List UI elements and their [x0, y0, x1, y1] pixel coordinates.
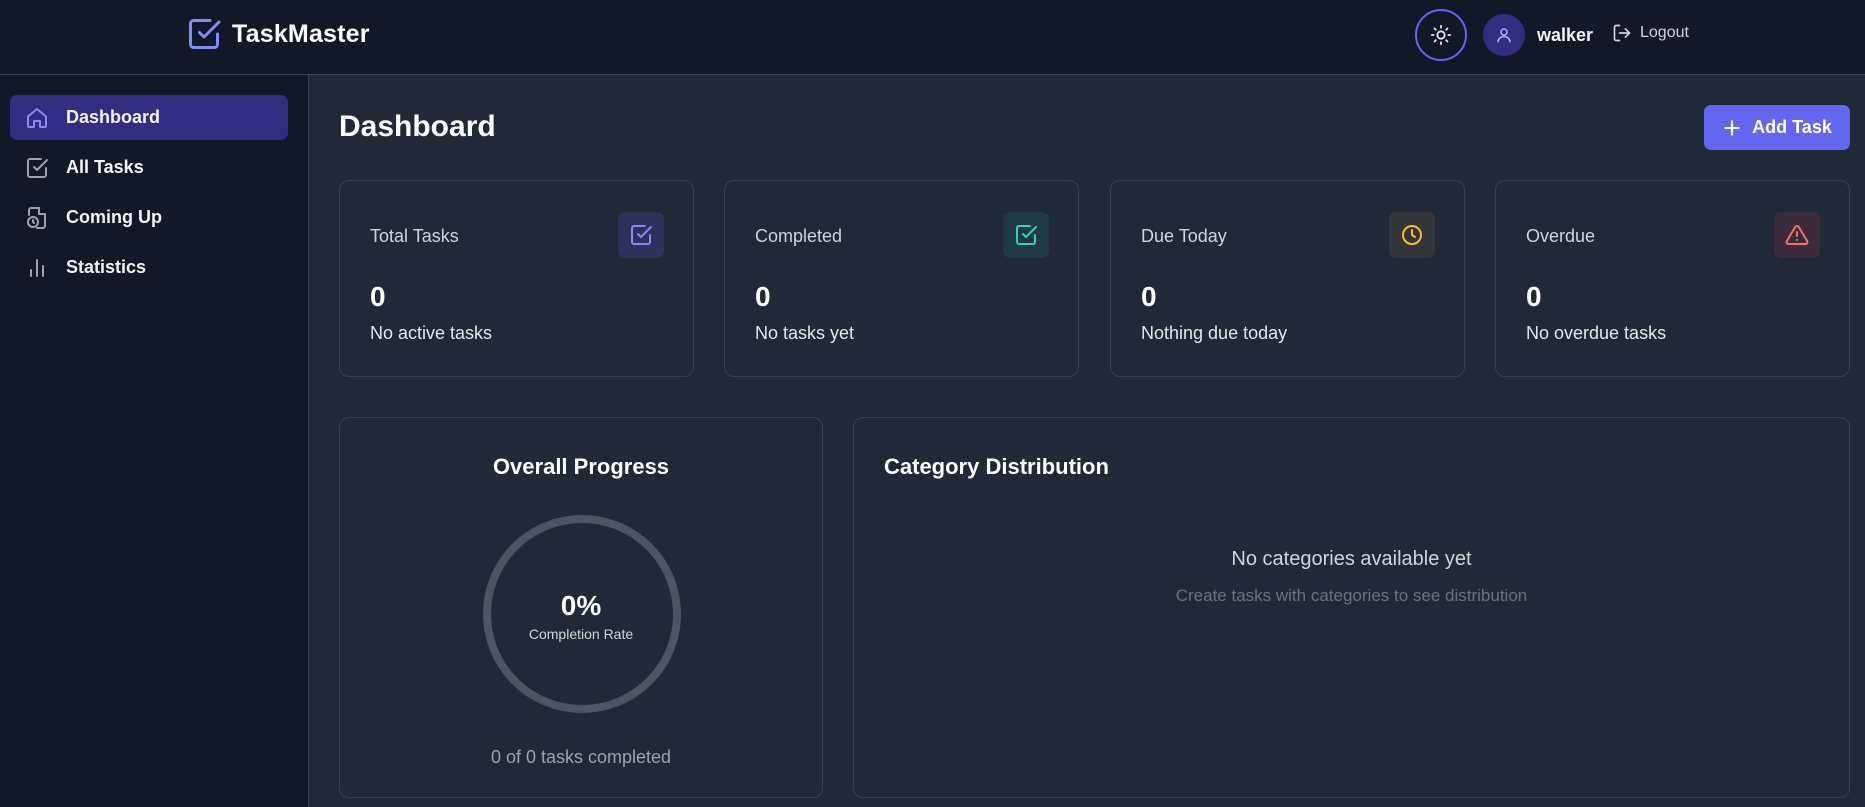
- logout-icon: [1613, 24, 1631, 42]
- stat-card-completed: Completed 0 No tasks yet: [724, 180, 1079, 377]
- clock-icon: [1389, 212, 1435, 258]
- progress-title: Overall Progress: [492, 454, 670, 479]
- stat-value: 0: [755, 281, 771, 312]
- category-title: Category Distribution: [884, 454, 1109, 479]
- check-square-icon: [1003, 212, 1049, 258]
- stat-label: Overdue: [1526, 226, 1596, 246]
- sun-icon: [1430, 24, 1452, 46]
- user-icon: [1497, 28, 1511, 43]
- sidebar-item-label: Coming Up: [66, 207, 162, 227]
- home-icon: [24, 105, 50, 131]
- stat-value: 0: [1141, 281, 1157, 312]
- empty-state-hint: Create tasks with categories to see dist…: [1175, 586, 1528, 605]
- add-task-label: Add Task: [1752, 117, 1832, 137]
- stat-label: Total Tasks: [370, 226, 459, 246]
- stat-subtext: No active tasks: [370, 323, 493, 343]
- sidebar-item-coming-up[interactable]: Coming Up: [10, 195, 288, 240]
- stat-subtext: No overdue tasks: [1526, 323, 1667, 343]
- sidebar: Dashboard All Tasks Coming Up Statistics: [0, 75, 309, 807]
- stat-subtext: Nothing due today: [1141, 323, 1288, 343]
- stat-label: Due Today: [1141, 226, 1227, 246]
- stat-card-total-tasks: Total Tasks 0 No active tasks: [339, 180, 694, 377]
- stat-label: Completed: [755, 226, 843, 246]
- stat-value: 0: [370, 281, 386, 312]
- check-square-icon: [618, 212, 664, 258]
- add-task-button[interactable]: Add Task: [1704, 105, 1850, 150]
- app-title: TaskMaster: [232, 19, 370, 48]
- logout-button[interactable]: Logout: [1612, 23, 1689, 43]
- alert-triangle-icon: [1774, 212, 1820, 258]
- user-menu[interactable]: walker: [1483, 14, 1593, 56]
- brand[interactable]: TaskMaster: [186, 16, 370, 52]
- avatar: [1483, 14, 1525, 56]
- page-title: Dashboard: [339, 110, 496, 143]
- sidebar-item-dashboard[interactable]: Dashboard: [10, 95, 288, 140]
- check-square-icon: [189, 19, 221, 49]
- completion-percent: 0%: [560, 590, 602, 621]
- top-bar: TaskMaster walker Logout: [0, 0, 1865, 75]
- stat-subtext: No tasks yet: [755, 323, 855, 343]
- empty-state-message: No categories available yet: [1231, 548, 1472, 570]
- username: walker: [1537, 24, 1594, 45]
- sidebar-item-label: Dashboard: [66, 107, 161, 127]
- sidebar-item-label: All Tasks: [66, 157, 144, 177]
- sidebar-item-statistics[interactable]: Statistics: [10, 245, 288, 290]
- stat-value: 0: [1526, 281, 1542, 312]
- logout-label: Logout: [1640, 24, 1689, 41]
- stat-card-overdue: Overdue 0 No overdue tasks: [1495, 180, 1850, 377]
- stat-card-due-today: Due Today 0 Nothing due today: [1110, 180, 1465, 377]
- category-distribution-card: Category Distribution No categories avai…: [853, 417, 1850, 798]
- completion-label: Completion Rate: [528, 626, 634, 642]
- overall-progress-card: Overall Progress 0% Completion Rate 0 of…: [339, 417, 823, 798]
- sidebar-item-label: Statistics: [66, 257, 147, 277]
- sidebar-item-all-tasks[interactable]: All Tasks: [10, 145, 288, 190]
- file-clock-icon: [24, 205, 50, 231]
- progress-summary: 0 of 0 tasks completed: [490, 747, 672, 767]
- plus-icon: [1724, 119, 1740, 136]
- check-square-icon: [24, 155, 50, 181]
- bar-chart-icon: [24, 255, 50, 281]
- theme-toggle-button[interactable]: [1415, 9, 1467, 61]
